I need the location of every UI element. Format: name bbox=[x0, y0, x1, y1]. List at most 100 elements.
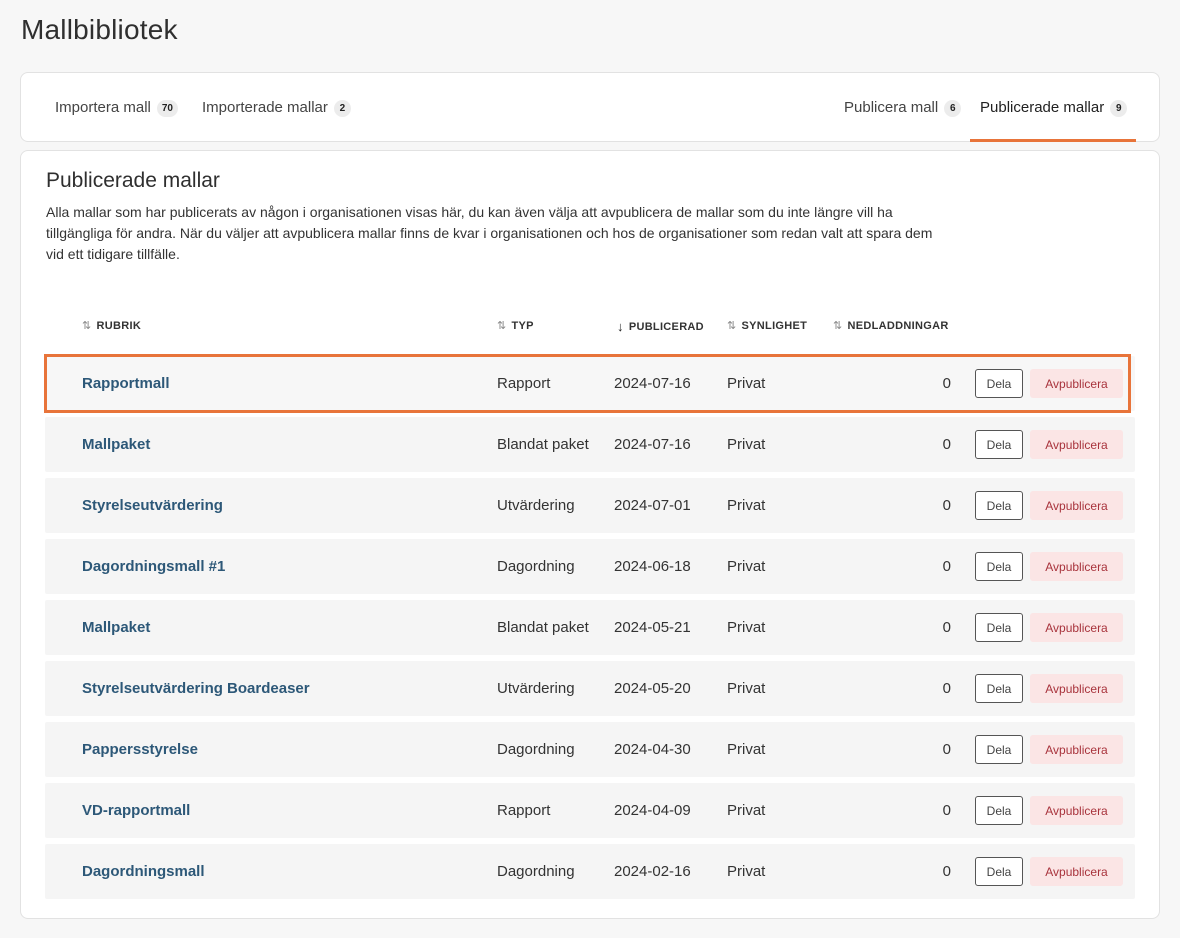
table-row: Dagordningsmall Dagordning 2024-02-16 Pr… bbox=[45, 844, 1135, 899]
sort-icon: ⇅ bbox=[82, 320, 92, 332]
download-count: 0 bbox=[942, 375, 951, 392]
published-date: 2024-04-09 bbox=[614, 802, 691, 819]
unpublish-button[interactable]: Avpublicera bbox=[1030, 735, 1123, 764]
column-header-published[interactable]: ↓ PUBLICERAD bbox=[617, 319, 704, 334]
visibility: Privat bbox=[727, 680, 766, 697]
column-label: PUBLICERAD bbox=[628, 320, 704, 333]
unpublish-button[interactable]: Avpublicera bbox=[1030, 491, 1123, 520]
column-header-type[interactable]: ⇅ TYP bbox=[497, 319, 534, 333]
template-title-link[interactable]: Styrelseutvärdering bbox=[82, 478, 223, 533]
download-count: 0 bbox=[942, 436, 951, 453]
visibility: Privat bbox=[727, 558, 766, 575]
templates-table-body: Rapportmall Rapport 2024-07-16 Privat 0 … bbox=[44, 354, 1135, 905]
unpublish-button[interactable]: Avpublicera bbox=[1030, 613, 1123, 642]
tab-label: Importera mall bbox=[55, 98, 151, 116]
published-date: 2024-06-18 bbox=[614, 558, 691, 575]
column-label: SYNLIGHET bbox=[741, 319, 808, 332]
table-row: Pappersstyrelse Dagordning 2024-04-30 Pr… bbox=[45, 722, 1135, 777]
tab-count-badge: 2 bbox=[333, 99, 351, 117]
section-description: Alla mallar som har publicerats av någon… bbox=[46, 204, 933, 262]
published-date: 2024-07-16 bbox=[614, 436, 691, 453]
tab-import-template[interactable]: Importera mall 70 bbox=[55, 73, 178, 141]
template-type: Dagordning bbox=[497, 863, 575, 880]
tab-count-badge: 9 bbox=[1110, 99, 1128, 117]
published-date: 2024-07-01 bbox=[614, 497, 691, 514]
download-count: 0 bbox=[942, 680, 951, 697]
share-button[interactable]: Dela bbox=[975, 857, 1023, 886]
section-title: Publicerade mallar bbox=[46, 169, 220, 192]
sort-icon: ⇅ bbox=[833, 320, 843, 332]
visibility: Privat bbox=[727, 375, 766, 392]
table-row: Styrelseutvärdering Boardeaser Utvärderi… bbox=[45, 661, 1135, 716]
published-templates-panel: Publicerade mallar Alla mallar som har p… bbox=[20, 150, 1160, 919]
unpublish-button[interactable]: Avpublicera bbox=[1030, 552, 1123, 581]
tab-count-badge: 70 bbox=[156, 99, 178, 117]
tab-imported-templates[interactable]: Importerade mallar 2 bbox=[202, 73, 351, 141]
template-type: Blandat paket bbox=[497, 619, 589, 636]
template-title-link[interactable]: Dagordningsmall #1 bbox=[82, 539, 225, 594]
tab-count-badge: 6 bbox=[944, 99, 962, 117]
template-type: Blandat paket bbox=[497, 436, 589, 453]
share-button[interactable]: Dela bbox=[975, 430, 1023, 459]
unpublish-button[interactable]: Avpublicera bbox=[1030, 369, 1123, 398]
template-title-link[interactable]: Rapportmall bbox=[82, 356, 170, 411]
template-type: Dagordning bbox=[497, 558, 575, 575]
share-button[interactable]: Dela bbox=[975, 796, 1023, 825]
table-row: VD-rapportmall Rapport 2024-04-09 Privat… bbox=[45, 783, 1135, 838]
table-header: ⇅ RUBRIK ⇅ TYP ↓ PUBLICERAD ⇅ SYNLIGHET … bbox=[45, 319, 1135, 339]
tab-label: Publicerade mallar bbox=[980, 98, 1105, 116]
published-date: 2024-02-16 bbox=[614, 863, 691, 880]
tab-published-templates[interactable]: Publicerade mallar 9 bbox=[970, 73, 1136, 142]
share-button[interactable]: Dela bbox=[975, 369, 1023, 398]
visibility: Privat bbox=[727, 497, 766, 514]
published-date: 2024-04-30 bbox=[614, 741, 691, 758]
unpublish-button[interactable]: Avpublicera bbox=[1030, 674, 1123, 703]
table-row: Styrelseutvärdering Utvärdering 2024-07-… bbox=[45, 478, 1135, 533]
template-type: Rapport bbox=[497, 802, 551, 819]
tab-publish-template[interactable]: Publicera mall 6 bbox=[844, 73, 962, 141]
column-label: NEDLADDNINGAR bbox=[847, 319, 949, 332]
download-count: 0 bbox=[942, 619, 951, 636]
sort-desc-icon: ↓ bbox=[617, 319, 624, 334]
download-count: 0 bbox=[942, 863, 951, 880]
sort-icon: ⇅ bbox=[497, 320, 507, 332]
download-count: 0 bbox=[942, 558, 951, 575]
template-type: Utvärdering bbox=[497, 680, 575, 697]
template-title-link[interactable]: Dagordningsmall bbox=[82, 844, 205, 899]
column-header-downloads[interactable]: ⇅ NEDLADDNINGAR bbox=[833, 319, 949, 333]
published-date: 2024-05-20 bbox=[614, 680, 691, 697]
visibility: Privat bbox=[727, 741, 766, 758]
table-row: Dagordningsmall #1 Dagordning 2024-06-18… bbox=[45, 539, 1135, 594]
share-button[interactable]: Dela bbox=[975, 491, 1023, 520]
template-title-link[interactable]: Mallpaket bbox=[82, 417, 150, 472]
visibility: Privat bbox=[727, 802, 766, 819]
template-title-link[interactable]: Pappersstyrelse bbox=[82, 722, 198, 777]
column-header-visibility[interactable]: ⇅ SYNLIGHET bbox=[727, 319, 808, 333]
template-type: Utvärdering bbox=[497, 497, 575, 514]
template-title-link[interactable]: VD-rapportmall bbox=[82, 783, 190, 838]
template-title-link[interactable]: Mallpaket bbox=[82, 600, 150, 655]
table-row: Rapportmall Rapport 2024-07-16 Privat 0 … bbox=[44, 354, 1135, 413]
unpublish-button[interactable]: Avpublicera bbox=[1030, 430, 1123, 459]
share-button[interactable]: Dela bbox=[975, 735, 1023, 764]
sort-icon: ⇅ bbox=[727, 320, 737, 332]
template-title-link[interactable]: Styrelseutvärdering Boardeaser bbox=[82, 661, 310, 716]
share-button[interactable]: Dela bbox=[975, 613, 1023, 642]
download-count: 0 bbox=[942, 741, 951, 758]
visibility: Privat bbox=[727, 619, 766, 636]
download-count: 0 bbox=[942, 802, 951, 819]
download-count: 0 bbox=[942, 497, 951, 514]
table-row: Mallpaket Blandat paket 2024-05-21 Priva… bbox=[45, 600, 1135, 655]
published-date: 2024-07-16 bbox=[614, 375, 691, 392]
share-button[interactable]: Dela bbox=[975, 674, 1023, 703]
tab-label: Publicera mall bbox=[844, 98, 939, 116]
visibility: Privat bbox=[727, 436, 766, 453]
unpublish-button[interactable]: Avpublicera bbox=[1030, 796, 1123, 825]
unpublish-button[interactable]: Avpublicera bbox=[1030, 857, 1123, 886]
column-header-title[interactable]: ⇅ RUBRIK bbox=[82, 319, 142, 333]
tab-label: Importerade mallar bbox=[202, 98, 328, 116]
visibility: Privat bbox=[727, 863, 766, 880]
tab-bar: Importera mall 70 Importerade mallar 2 P… bbox=[20, 72, 1160, 142]
column-label: RUBRIK bbox=[96, 319, 142, 332]
share-button[interactable]: Dela bbox=[975, 552, 1023, 581]
